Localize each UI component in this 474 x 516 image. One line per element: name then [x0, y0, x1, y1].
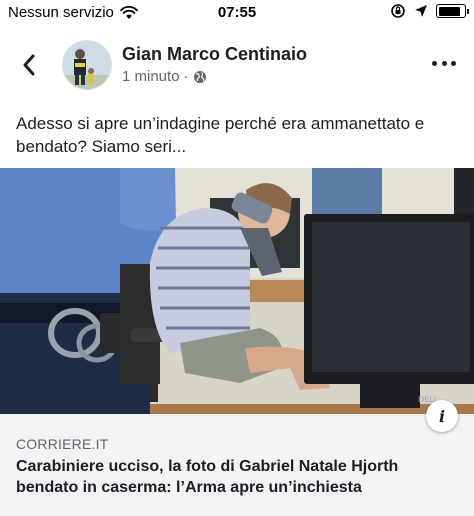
- news-photo: DELL: [0, 168, 474, 414]
- dot: [432, 60, 437, 66]
- avatar[interactable]: [62, 40, 112, 90]
- author-name[interactable]: Gian Marco Centinaio: [122, 44, 307, 65]
- battery-fill: [438, 6, 460, 16]
- link-domain: CORRIERE.IT: [16, 436, 109, 452]
- post-header: Gian Marco Centinaio 1 minuto ·: [0, 34, 474, 102]
- post-timestamp[interactable]: 1 minuto: [122, 68, 180, 85]
- more-options-button[interactable]: [432, 58, 456, 68]
- status-indicators: [390, 3, 469, 19]
- back-button[interactable]: [14, 50, 44, 80]
- dot: [451, 60, 456, 66]
- status-bar: Nessun servizio 07:55: [0, 0, 474, 26]
- link-preview-card[interactable]: DELL i CORRIERE.IT Carabiniere ucciso, l…: [0, 168, 474, 516]
- profile-photo: [63, 41, 111, 89]
- location-arrow-icon: [415, 5, 427, 17]
- chevron-left-icon: [23, 54, 35, 76]
- post-meta: 1 minuto ·: [122, 68, 207, 85]
- link-preview-image[interactable]: DELL: [0, 168, 474, 414]
- link-title[interactable]: Carabiniere ucciso, la foto di Gabriel N…: [16, 456, 456, 498]
- meta-separator: ·: [183, 68, 189, 85]
- post-text: Adesso si apre un’indagine perché era am…: [16, 114, 425, 156]
- orientation-lock-icon: [391, 4, 405, 18]
- globe-icon: [193, 70, 206, 83]
- battery-icon: [436, 4, 469, 18]
- dot: [441, 60, 447, 66]
- info-button[interactable]: i: [426, 400, 458, 432]
